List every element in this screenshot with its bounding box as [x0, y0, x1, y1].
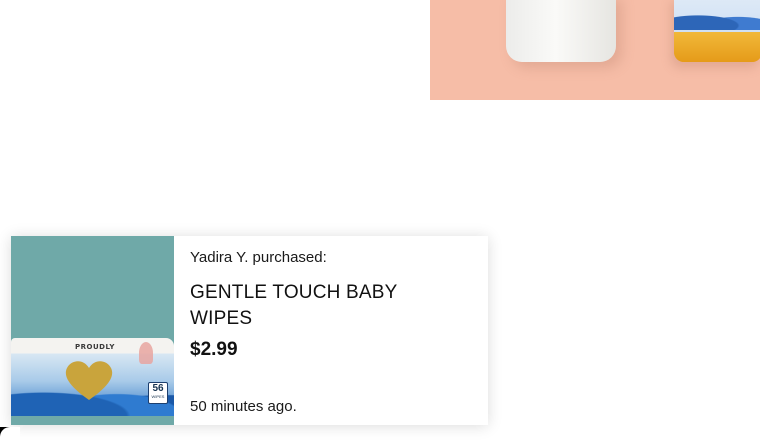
- buyer-line: Yadira Y. purchased:: [190, 249, 327, 266]
- brand-logo: PROUDLY: [75, 343, 115, 351]
- tub-container: [506, 0, 616, 62]
- wipes-count: 56: [152, 383, 164, 394]
- jar-product: [674, 0, 760, 62]
- time-ago: 50 minutes ago.: [190, 398, 297, 415]
- window-corner: [0, 427, 20, 447]
- wipes-count-badge: 56 WIPES: [148, 382, 168, 404]
- product-name-link[interactable]: GENTLE TOUCH BABY WIPES: [190, 280, 430, 332]
- notification-details: Yadira Y. purchased: GENTLE TOUCH BABY W…: [190, 236, 470, 425]
- product-price: $2.99: [190, 339, 238, 360]
- purchase-notification[interactable]: PROUDLY 56 WIPES Yadira Y. purchased: GE…: [11, 236, 488, 425]
- wipes-count-unit: WIPES: [151, 394, 165, 399]
- heart-icon: [65, 361, 113, 400]
- bird-illustration: [139, 342, 153, 364]
- hero-product-image: [430, 0, 760, 100]
- wipes-package: PROUDLY 56 WIPES: [11, 338, 174, 416]
- product-thumbnail[interactable]: PROUDLY 56 WIPES: [11, 236, 174, 425]
